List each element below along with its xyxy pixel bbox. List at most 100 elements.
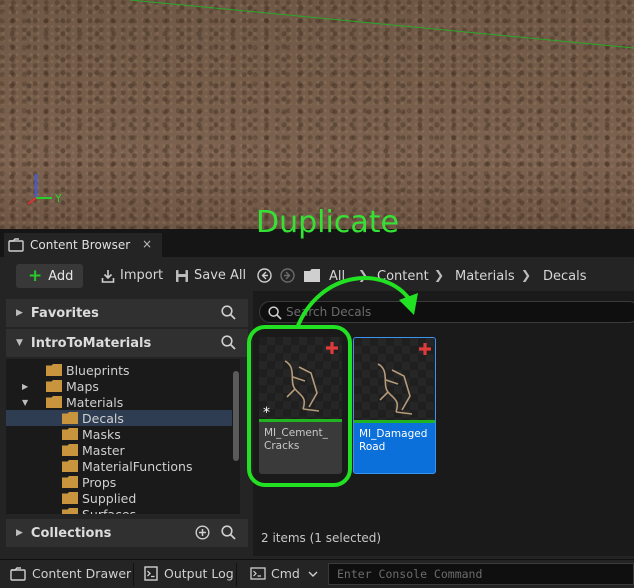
item-count-status: 2 items (1 selected) <box>261 531 382 545</box>
breadcrumb-separator-icon[interactable]: ❯ <box>358 268 368 282</box>
duplicate-annotation-text: Duplicate <box>256 205 399 240</box>
divider <box>133 563 134 586</box>
tree-item-label: Supplied <box>82 490 137 506</box>
tree-scrollbar[interactable] <box>232 359 240 514</box>
output-log-label: Output Log <box>164 566 234 581</box>
tree-item-materials[interactable]: ▼ Materials <box>6 394 240 410</box>
cmd-label: Cmd <box>271 566 300 581</box>
collapsed-arrow-icon[interactable]: ▶ <box>16 528 23 538</box>
tree-item-decals[interactable]: Decals <box>6 410 240 426</box>
folder-icon <box>46 364 62 376</box>
chevron-down-icon <box>308 571 318 577</box>
terminal-icon <box>250 567 266 580</box>
tab-content-browser[interactable]: Content Browser × <box>4 233 162 257</box>
breadcrumb-materials[interactable]: Materials <box>455 269 515 284</box>
tree-item-blueprints[interactable]: Blueprints <box>6 362 240 378</box>
search-icon <box>268 306 282 320</box>
tree-item-surfaces[interactable]: Surfaces <box>6 506 240 514</box>
save-all-label: Save All <box>194 268 247 283</box>
search-placeholder: Search Decals <box>286 305 372 319</box>
search-icon[interactable] <box>221 335 236 350</box>
import-button[interactable]: Import <box>101 268 163 283</box>
tree-item-label: Masks <box>82 426 121 442</box>
add-button[interactable]: + Add <box>16 264 83 288</box>
asset-name: MI_Cement_ Cracks <box>264 427 328 452</box>
tree-item-label: Master <box>82 442 125 458</box>
tree-item-label: Blueprints <box>66 362 130 378</box>
axis-y-label: Y <box>54 192 62 205</box>
unsaved-plus-icon <box>326 342 338 354</box>
folder-icon <box>46 380 62 392</box>
favorites-label: Favorites <box>30 305 99 321</box>
collections-header[interactable]: ▶ Collections <box>6 519 248 547</box>
output-log-button[interactable]: Output Log <box>144 566 234 581</box>
axis-gizmo-icon: Y <box>27 174 62 205</box>
content-drawer-label: Content Drawer <box>32 566 132 581</box>
add-label: Add <box>48 268 74 284</box>
console-placeholder: Enter Console Command <box>337 567 483 581</box>
divider <box>236 563 237 586</box>
tree-item-materialfunctions[interactable]: MaterialFunctions <box>6 458 240 474</box>
project-header[interactable]: ▼ IntroToMaterials <box>6 329 248 357</box>
import-label: Import <box>120 268 164 283</box>
save-all-button[interactable]: Save All <box>175 268 246 283</box>
tree-item-label: Decals <box>82 410 124 426</box>
folder-open-icon <box>46 396 62 408</box>
tree-item-masks[interactable]: Masks <box>6 426 240 442</box>
content-drawer-button[interactable]: Content Drawer <box>10 566 131 581</box>
expanded-arrow-icon[interactable]: ▼ <box>22 398 28 407</box>
collections-label: Collections <box>30 525 112 541</box>
tree-item-label: Surfaces <box>82 506 137 515</box>
tree-item-master[interactable]: Master <box>6 442 240 458</box>
content-browser-icon <box>8 238 24 252</box>
material-type-bar <box>259 419 342 422</box>
add-collection-icon[interactable] <box>195 525 210 540</box>
history-forward-icon[interactable] <box>280 268 295 283</box>
breadcrumb-all[interactable]: All <box>329 269 345 284</box>
search-assets-input[interactable]: Search Decals <box>259 301 634 323</box>
tree-item-supplied[interactable]: Supplied <box>6 490 240 506</box>
sources-sidebar: ▶ Favorites ▼ IntroToMaterials Surfaces S… <box>6 299 248 588</box>
tree-item-label: Materials <box>66 394 124 410</box>
expanded-arrow-icon[interactable]: ▼ <box>16 338 23 348</box>
folder-icon <box>62 428 78 440</box>
console-command-input[interactable]: Enter Console Command <box>328 563 634 585</box>
unsaved-plus-icon <box>419 343 431 355</box>
breadcrumb-decals[interactable]: Decals <box>543 269 587 284</box>
cmd-dropdown[interactable]: Cmd <box>250 566 318 581</box>
breadcrumb-separator-icon[interactable]: ❯ <box>434 268 444 282</box>
folder-path-icon <box>304 269 320 282</box>
tree-item-props[interactable]: Props <box>6 474 240 490</box>
favorites-header[interactable]: ▶ Favorites <box>6 299 248 327</box>
history-back-icon[interactable] <box>257 268 272 283</box>
folder-icon <box>62 476 78 488</box>
folder-icon <box>62 412 78 424</box>
grid-axis-line <box>129 0 634 49</box>
search-icon[interactable] <box>221 305 236 320</box>
toolbar: + Add Import Save All All ❯ Content ❯ Ma… <box>0 261 634 291</box>
folder-tree[interactable]: Surfaces Supplied Props MaterialFunctions Ma… <box>6 359 240 514</box>
asset-view[interactable]: Search Decals * MI_Cement_ Cracks MI_Dam… <box>253 291 634 556</box>
breadcrumb-separator-icon[interactable]: ❯ <box>521 268 531 282</box>
save-icon <box>176 269 188 282</box>
content-drawer-icon <box>10 566 26 581</box>
collapsed-arrow-icon[interactable]: ▶ <box>16 308 23 318</box>
tree-item-label: Maps <box>66 378 99 394</box>
tree-item-maps[interactable]: ▶ Maps <box>6 378 240 394</box>
scrollbar-thumb[interactable] <box>233 371 239 461</box>
plus-icon: + <box>28 265 43 286</box>
asset-tile-damaged-road[interactable]: MI_Damaged Road <box>353 337 436 474</box>
breadcrumb-content[interactable]: Content <box>377 269 429 284</box>
tab-title: Content Browser <box>30 238 131 252</box>
folder-icon <box>62 492 78 504</box>
folder-icon <box>62 508 78 514</box>
close-tab-icon[interactable]: × <box>142 237 152 251</box>
level-viewport[interactable]: Y <box>0 0 634 229</box>
search-icon[interactable] <box>221 525 236 540</box>
asset-tile-cement-cracks[interactable]: * MI_Cement_ Cracks <box>259 337 342 474</box>
folder-icon <box>62 444 78 456</box>
output-log-icon <box>144 566 158 581</box>
asset-name: MI_Damaged Road <box>359 428 428 453</box>
collapsed-arrow-icon[interactable]: ▶ <box>22 382 28 391</box>
import-icon <box>101 269 115 283</box>
